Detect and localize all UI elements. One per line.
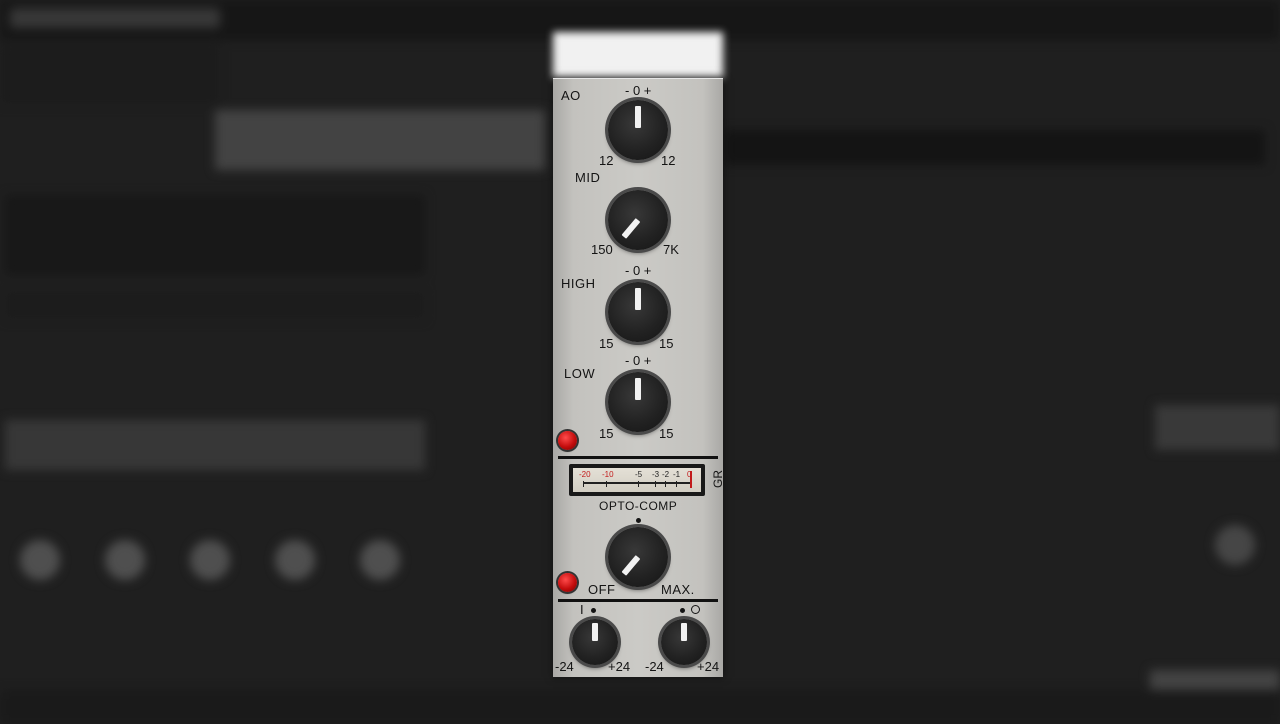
input-symbol: I [580,602,584,617]
comp-off-label: OFF [588,582,616,597]
comp-max-label: MAX. [661,582,695,597]
meter-tick [665,481,666,487]
high-scale-top: - 0 + [625,263,652,278]
meter-tick-label: -1 [673,470,681,479]
meter-tick-label: -2 [662,470,670,479]
meter-tick [583,481,584,487]
meter-tick-label: -10 [602,470,614,479]
low-label: LOW [564,366,596,381]
meter-tick [676,481,677,487]
comp-bypass-led-button[interactable] [558,573,577,592]
meter-tick [655,481,656,487]
low-knob[interactable] [608,372,668,432]
ao-knob[interactable] [608,100,668,160]
comp-center-dot [636,518,641,523]
meter-tick [638,481,639,487]
input-dot [591,608,596,613]
high-knob[interactable] [608,282,668,342]
section-divider [558,456,718,459]
meter-needle [690,471,692,488]
low-scale-left: 15 [599,426,614,441]
high-label: HIGH [561,276,596,291]
output-gain-knob-pointer [681,623,687,641]
ao-scale-top: - 0 + [625,83,652,98]
low-knob-pointer [635,378,641,400]
high-scale-right: 15 [659,336,674,351]
ao-knob-pointer [635,106,641,128]
meter-scale-line [583,482,691,484]
ao-scale-left: 12 [599,153,614,168]
mid-knob-pointer [621,218,641,239]
gr-label: GR [711,470,725,488]
input-scale-right: +24 [608,659,631,674]
input-scale-left: -24 [555,659,574,674]
gain-reduction-meter: -20 -10 -5 -3 -2 -1 0 [569,464,705,496]
meter-tick [606,481,607,487]
output-scale-left: -24 [645,659,664,674]
output-symbol-icon [691,605,700,614]
ao-label: AO [561,88,581,103]
meter-tick-label: -5 [635,470,643,479]
input-gain-knob-pointer [592,623,598,641]
mid-knob[interactable] [608,190,668,250]
low-scale-top: - 0 + [625,353,652,368]
low-scale-right: 15 [659,426,674,441]
mid-scale-right: 7K [663,242,679,257]
output-dot [680,608,685,613]
plugin-title-bar [553,32,723,78]
ao-scale-right: 12 [661,153,676,168]
high-scale-left: 15 [599,336,614,351]
meter-tick-label: -20 [579,470,591,479]
mid-label: MID [575,170,601,185]
output-scale-right: +24 [697,659,720,674]
meter-face: -20 -10 -5 -3 -2 -1 0 [573,468,701,492]
opto-comp-knob-pointer [621,555,641,576]
mid-scale-left: 150 [591,242,613,257]
opto-comp-knob[interactable] [608,527,668,587]
meter-tick-label: -3 [652,470,660,479]
eq-bypass-led-button[interactable] [558,431,577,450]
high-knob-pointer [635,288,641,310]
opto-comp-label: OPTO-COMP [599,499,678,513]
channel-strip-plugin: AO - 0 + 12 12 MID 150 7K - 0 + HIGH 15 … [553,78,725,677]
